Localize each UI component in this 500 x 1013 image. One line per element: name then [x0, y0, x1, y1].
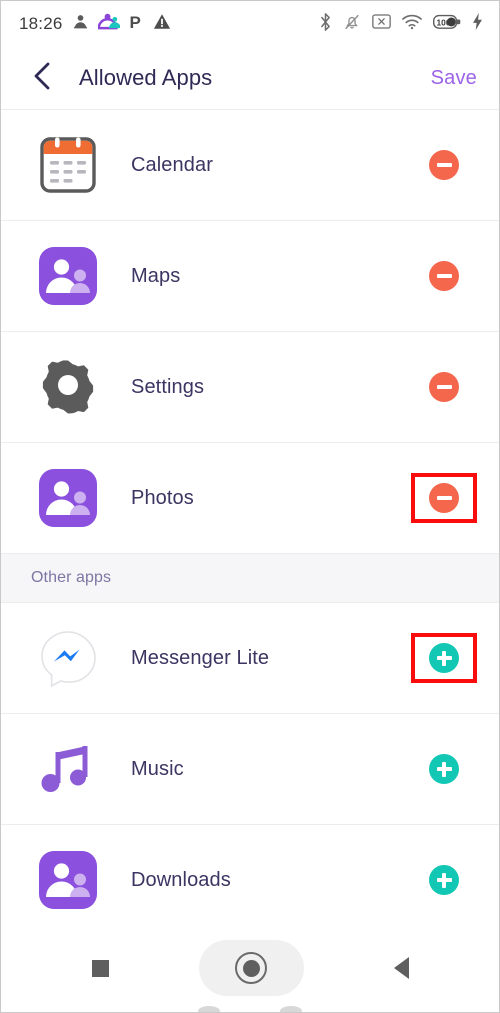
app-action — [411, 744, 477, 794]
app-bar: Allowed Apps Save — [1, 47, 499, 109]
status-clock: 18:26 — [19, 14, 63, 33]
people-placeholder-app-icon — [35, 847, 101, 913]
minus-circle-icon[interactable] — [429, 372, 459, 402]
parking-p-icon: P — [129, 13, 144, 36]
app-action-highlighted — [411, 473, 477, 523]
plus-bar-vertical — [442, 650, 446, 666]
minus-circle-icon[interactable] — [429, 150, 459, 180]
home-dot — [242, 959, 260, 977]
svg-text:P: P — [129, 13, 140, 31]
minus-bar — [436, 385, 452, 389]
warning-triangle-icon — [153, 13, 171, 35]
phone-screen: 18:26 P 100 Allowed Apps Save Calendar M… — [0, 0, 500, 1013]
status-bar-right: 100 — [319, 12, 483, 36]
list-item[interactable]: Photos — [1, 443, 499, 553]
app-name: Calendar — [131, 153, 213, 176]
chevron-left-icon — [32, 62, 52, 95]
plus-bar-vertical — [442, 872, 446, 888]
contact-silhouette-icon — [72, 13, 89, 35]
save-button[interactable]: Save — [431, 67, 477, 90]
minus-circle-icon[interactable] — [429, 483, 459, 513]
list-item[interactable]: Messenger Lite — [1, 603, 499, 713]
battery-icon: 100 — [433, 14, 461, 35]
hint-blob-left — [198, 1006, 220, 1012]
home-button[interactable] — [198, 940, 304, 996]
status-bar-left: 18:26 P — [19, 13, 171, 36]
app-action — [411, 140, 477, 190]
minus-bar — [436, 274, 452, 278]
people-placeholder-app-icon — [35, 465, 101, 531]
app-action — [411, 855, 477, 905]
list-item[interactable]: Settings — [1, 332, 499, 442]
app-name: Maps — [131, 264, 181, 287]
wifi-icon — [402, 14, 422, 35]
back-nav-button[interactable] — [393, 957, 409, 979]
calendar-app-icon — [35, 132, 101, 198]
list-item[interactable]: Downloads — [1, 825, 499, 935]
plus-circle-icon[interactable] — [429, 643, 459, 673]
minus-circle-icon[interactable] — [429, 261, 459, 291]
app-action-highlighted — [411, 633, 477, 683]
svg-text:100: 100 — [437, 17, 451, 27]
plus-bar-vertical — [442, 761, 446, 777]
hint-blob-right — [280, 1006, 302, 1012]
home-circle-icon — [235, 952, 267, 984]
page-title: Allowed Apps — [79, 65, 213, 90]
music-note-app-icon — [35, 736, 101, 802]
allowed-apps-list: Calendar Maps Settings Photos Other apps… — [1, 110, 499, 936]
charging-bolt-icon — [472, 13, 483, 35]
status-bar: 18:26 P 100 — [1, 1, 499, 47]
back-button[interactable] — [25, 61, 59, 95]
system-navigation-bar — [1, 924, 499, 1012]
plus-circle-icon[interactable] — [429, 865, 459, 895]
list-item[interactable]: Maps — [1, 221, 499, 331]
recents-button[interactable] — [91, 959, 109, 977]
triangle-back-icon — [393, 957, 409, 979]
app-name: Settings — [131, 375, 205, 398]
plus-circle-icon[interactable] — [429, 754, 459, 784]
app-name: Music — [131, 757, 184, 780]
no-sim-icon — [372, 14, 391, 34]
list-item[interactable]: Music — [1, 714, 499, 824]
people-color-icon — [97, 13, 121, 35]
app-action — [411, 251, 477, 301]
bluetooth-icon — [319, 12, 332, 36]
gear-app-icon — [35, 354, 101, 420]
app-name: Downloads — [131, 868, 231, 891]
square-recents-icon — [91, 959, 109, 977]
people-placeholder-app-icon — [35, 243, 101, 309]
app-action — [411, 362, 477, 412]
section-header-other-apps: Other apps — [1, 553, 499, 603]
bottom-edge-hint — [1, 1006, 499, 1012]
minus-bar — [436, 496, 452, 500]
app-name: Messenger Lite — [131, 646, 270, 669]
messenger-lite-app-icon — [35, 625, 101, 691]
app-name: Photos — [131, 486, 194, 509]
minus-bar — [436, 163, 452, 167]
list-item[interactable]: Calendar — [1, 110, 499, 220]
vibrate-off-icon — [343, 13, 361, 36]
section-label: Other apps — [31, 569, 112, 586]
